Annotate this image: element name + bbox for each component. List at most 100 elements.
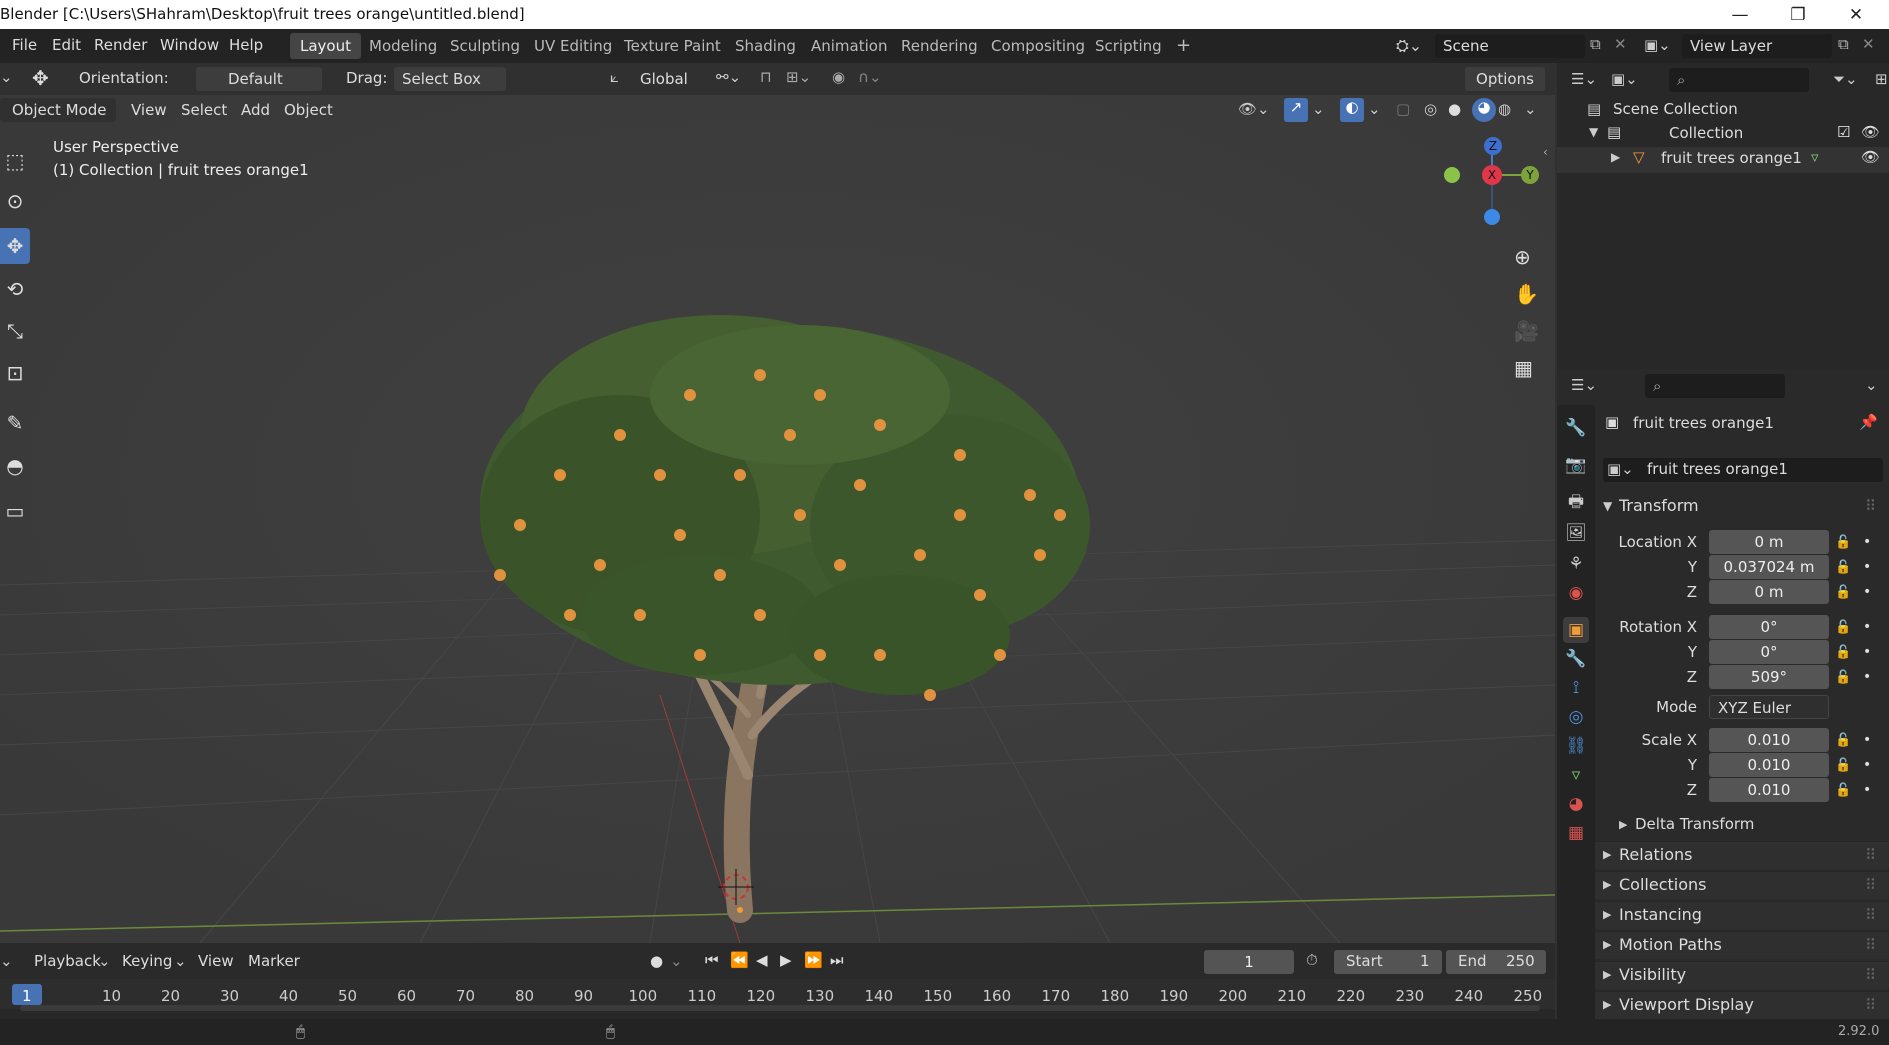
gizmo-dropdown-icon[interactable]: ⌄: [1312, 100, 1325, 118]
snap-icon[interactable]: ⊓: [760, 68, 772, 86]
close-button[interactable]: ✕: [1828, 0, 1884, 29]
modifier-tab-icon[interactable]: 🔧: [1563, 646, 1589, 672]
start-frame-field[interactable]: Start 1: [1334, 950, 1442, 974]
wireframe-shading-icon[interactable]: ◎: [1424, 100, 1437, 118]
gizmo-x-axis[interactable]: X: [1482, 165, 1502, 185]
rotation-z-field[interactable]: 509°: [1709, 665, 1829, 689]
tab-modeling[interactable]: Modeling: [359, 33, 447, 59]
preview-range-icon[interactable]: ⏱: [1306, 951, 1318, 969]
output-tab-icon[interactable]: 🖶: [1563, 489, 1589, 515]
snap-target-icon[interactable]: ⊞⌄: [786, 68, 811, 86]
physics-tab-icon[interactable]: ◎: [1563, 704, 1589, 730]
menu-help[interactable]: Help: [229, 36, 263, 54]
particles-tab-icon[interactable]: ⟟: [1563, 675, 1589, 701]
panel-expand-icon[interactable]: ▶: [1603, 998, 1611, 1011]
panel-motion-paths[interactable]: ▶ Motion Paths ⠿: [1595, 931, 1889, 959]
object-eye-icon[interactable]: 👁: [1861, 148, 1880, 166]
add-cube-tool-icon[interactable]: ▭: [0, 493, 30, 529]
lock-rotation-y-icon[interactable]: 🔓: [1835, 645, 1851, 660]
render-tab-icon[interactable]: 📷: [1563, 452, 1589, 478]
panel-collections[interactable]: ▶ Collections ⠿: [1595, 871, 1889, 899]
scale-tool-icon[interactable]: ⤡: [0, 313, 30, 349]
scene-icon[interactable]: ⛭⌄: [1396, 36, 1422, 56]
panel-instancing[interactable]: ▶ Instancing ⠿: [1595, 901, 1889, 929]
cursor-tool-icon[interactable]: ⊙: [0, 183, 30, 219]
play-reverse-icon[interactable]: ◀: [756, 951, 768, 969]
xray-icon[interactable]: ▢: [1396, 100, 1410, 118]
add-workspace-button[interactable]: +: [1166, 33, 1201, 59]
tab-compositing[interactable]: Compositing: [981, 33, 1095, 59]
editor-type-icon[interactable]: ⌄: [0, 68, 13, 86]
keyframe-location-x-icon[interactable]: •: [1863, 534, 1871, 550]
mode-dropdown[interactable]: Object Mode: [0, 98, 116, 122]
material-tab-icon[interactable]: ◕: [1563, 791, 1589, 817]
panel-drag-handle[interactable]: ⠿: [1865, 966, 1876, 984]
scale-y-field[interactable]: 0.010: [1709, 753, 1829, 777]
falloff-icon[interactable]: ∩⌄: [858, 68, 882, 86]
rendered-shading-icon[interactable]: ◍: [1498, 100, 1511, 118]
transform-drag-handle[interactable]: ⠿: [1865, 497, 1876, 515]
timeline-menu-playback[interactable]: Playback: [34, 952, 101, 970]
tab-rendering[interactable]: Rendering: [891, 33, 988, 59]
keyframe-location-z-icon[interactable]: •: [1863, 584, 1871, 600]
panel-drag-handle[interactable]: ⠿: [1865, 906, 1876, 924]
properties-options-icon[interactable]: ⌄: [1865, 376, 1878, 394]
delta-transform-label[interactable]: Delta Transform: [1635, 815, 1754, 833]
properties-search-input[interactable]: ⌕: [1645, 374, 1785, 398]
tab-animation[interactable]: Animation: [801, 33, 897, 59]
jump-start-icon[interactable]: ⏮: [705, 951, 719, 969]
display-mode-icon[interactable]: ▣⌄: [1611, 70, 1638, 88]
viewport-menu-add[interactable]: Add: [241, 101, 270, 119]
panel-drag-handle[interactable]: ⠿: [1865, 996, 1876, 1014]
keyframe-scale-z-icon[interactable]: •: [1863, 782, 1871, 798]
record-dropdown-icon[interactable]: ⌄: [670, 952, 683, 970]
panel-expand-icon[interactable]: ▶: [1603, 878, 1611, 891]
rotation-mode-dropdown[interactable]: XYZ Euler: [1709, 695, 1829, 719]
scene-tab-icon[interactable]: ⚘: [1563, 551, 1589, 577]
minimize-button[interactable]: —: [1712, 0, 1768, 29]
world-tab-icon[interactable]: ◉: [1563, 580, 1589, 606]
tab-scripting[interactable]: Scripting: [1085, 33, 1172, 59]
object-name-field[interactable]: ▣⌄ fruit trees orange1: [1603, 458, 1883, 482]
properties-editor-type-icon[interactable]: ☰⌄: [1571, 376, 1597, 394]
lock-location-y-icon[interactable]: 🔓: [1835, 560, 1851, 575]
viewport-menu-object[interactable]: Object: [284, 101, 333, 119]
proportional-edit-icon[interactable]: ◉: [832, 68, 845, 86]
scale-x-field[interactable]: 0.010: [1709, 728, 1829, 752]
scene-copy-icon[interactable]: ⧉: [1590, 35, 1601, 53]
scene-collection-label[interactable]: Scene Collection: [1613, 100, 1738, 118]
tab-layout[interactable]: Layout: [290, 33, 361, 59]
timeline-menu-keying[interactable]: Keying: [122, 952, 172, 970]
timeline-menu-marker[interactable]: Marker: [248, 952, 300, 970]
current-frame-field[interactable]: 1: [1204, 950, 1294, 974]
play-icon[interactable]: ▶: [780, 951, 792, 969]
lock-scale-y-icon[interactable]: 🔓: [1835, 758, 1851, 773]
overlay-dropdown-icon[interactable]: ⌄: [1368, 100, 1381, 118]
view-layer-remove-icon[interactable]: ✕: [1862, 35, 1875, 53]
end-frame-field[interactable]: End 250: [1446, 950, 1546, 974]
menu-render[interactable]: Render: [94, 36, 147, 54]
scene-field[interactable]: Scene: [1435, 34, 1585, 58]
gizmo-z-axis[interactable]: Z: [1484, 137, 1502, 155]
collection-expand-icon[interactable]: ▼: [1589, 125, 1598, 139]
tab-texture-paint[interactable]: Texture Paint: [614, 33, 731, 59]
panel-expand-icon[interactable]: ▶: [1603, 938, 1611, 951]
outliner-search-input[interactable]: ⌕: [1669, 68, 1809, 92]
lock-rotation-z-icon[interactable]: 🔓: [1835, 670, 1851, 685]
next-keyframe-icon[interactable]: ⏩: [804, 951, 823, 969]
outliner-editor-type-icon[interactable]: ☰⌄: [1571, 70, 1597, 88]
gizmo-y-axis[interactable]: Y: [1521, 166, 1539, 184]
timeline-editor-type-icon[interactable]: ⌄: [0, 952, 13, 970]
rotation-x-field[interactable]: 0°: [1709, 615, 1829, 639]
panel-relations[interactable]: ▶ Relations ⠿: [1595, 841, 1889, 869]
view-layer-tab-icon[interactable]: 🖼: [1563, 520, 1589, 546]
viewport-menu-select[interactable]: Select: [181, 101, 227, 119]
transform-tool-icon[interactable]: ⊡: [0, 355, 30, 391]
panel-expand-icon[interactable]: ▶: [1603, 908, 1611, 921]
prev-keyframe-icon[interactable]: ⏪: [730, 951, 749, 969]
material-shading-icon[interactable]: ◕: [1472, 98, 1496, 122]
keyframe-scale-y-icon[interactable]: •: [1863, 757, 1871, 773]
viewport-menu-view[interactable]: View: [131, 101, 167, 119]
new-collection-icon[interactable]: ⊞: [1875, 70, 1888, 88]
scale-z-field[interactable]: 0.010: [1709, 778, 1829, 802]
